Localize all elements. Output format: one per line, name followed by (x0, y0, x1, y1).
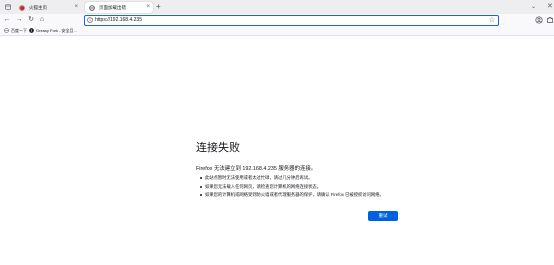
extensions-icon[interactable] (546, 16, 554, 24)
globe-icon (89, 4, 95, 11)
reload-button[interactable]: ↻ (27, 16, 35, 24)
greasy-fork-icon (29, 28, 34, 33)
navigation-toolbar: ← → ↻ ⌂ https://192.168.4.235 ☆ (0, 14, 554, 26)
list-all-tabs-icon[interactable]: ⌄ (531, 3, 536, 10)
forward-button[interactable]: → (15, 16, 23, 24)
firefox-icon (19, 4, 25, 11)
new-tab-button[interactable]: + (156, 3, 161, 11)
url-text[interactable]: https://192.168.4.235 (95, 17, 142, 24)
list-item: 如果您无法载入任何网页，请检查您计算机的网络连接状态。 (196, 183, 384, 192)
tab-title: 页面加载出错 (99, 4, 126, 10)
home-button[interactable]: ⌂ (38, 16, 46, 24)
bookmark-star-icon[interactable]: ☆ (489, 16, 495, 25)
bookmark-label: 百度一下 (11, 28, 27, 33)
error-lead-text: Firefox 无法建立到 192.168.4.235 服务器的连接。 (196, 166, 317, 172)
list-item: 此站点暂时无法使用或者太过忙碌，请过几分钟后再试。 (196, 174, 384, 183)
tab-firefox-home[interactable]: 火狐主页 × (15, 2, 81, 13)
bookmarks-toolbar: 百度一下 Greasy Fork - 安全且... (0, 26, 554, 36)
close-tab-icon[interactable]: × (146, 4, 150, 11)
list-item: 如果您的计算机或网络受到防火墙或者代理服务器的保护，请确认 Firefox 已被… (196, 191, 384, 200)
tab-load-error[interactable]: 页面加载出错 × (85, 2, 153, 13)
tab-title: 火狐主页 (29, 4, 47, 10)
close-tab-icon[interactable]: × (74, 4, 78, 11)
globe-icon (4, 28, 9, 33)
site-info-icon[interactable] (87, 17, 93, 23)
bookmark-greasy-fork[interactable]: Greasy Fork - 安全且... (29, 27, 77, 34)
bookmark-baidu[interactable]: 百度一下 (4, 27, 27, 34)
bookmark-label: Greasy Fork - 安全且... (36, 28, 77, 33)
account-icon[interactable] (535, 16, 543, 24)
back-button[interactable]: ← (3, 16, 11, 24)
url-bar[interactable]: https://192.168.4.235 ☆ (84, 15, 499, 26)
error-title: 连接失败 (196, 142, 240, 154)
window-close-icon[interactable]: ✕ (547, 2, 553, 10)
error-suggestions-list: 此站点暂时无法使用或者太过忙碌，请过几分钟后再试。 如果您无法载入任何网页，请检… (196, 174, 384, 200)
retry-button[interactable]: 重试 (368, 211, 398, 221)
tab-list-icon[interactable] (5, 4, 11, 10)
tab-strip: 火狐主页 × 页面加载出错 × + ⌄ ✕ (0, 0, 554, 14)
